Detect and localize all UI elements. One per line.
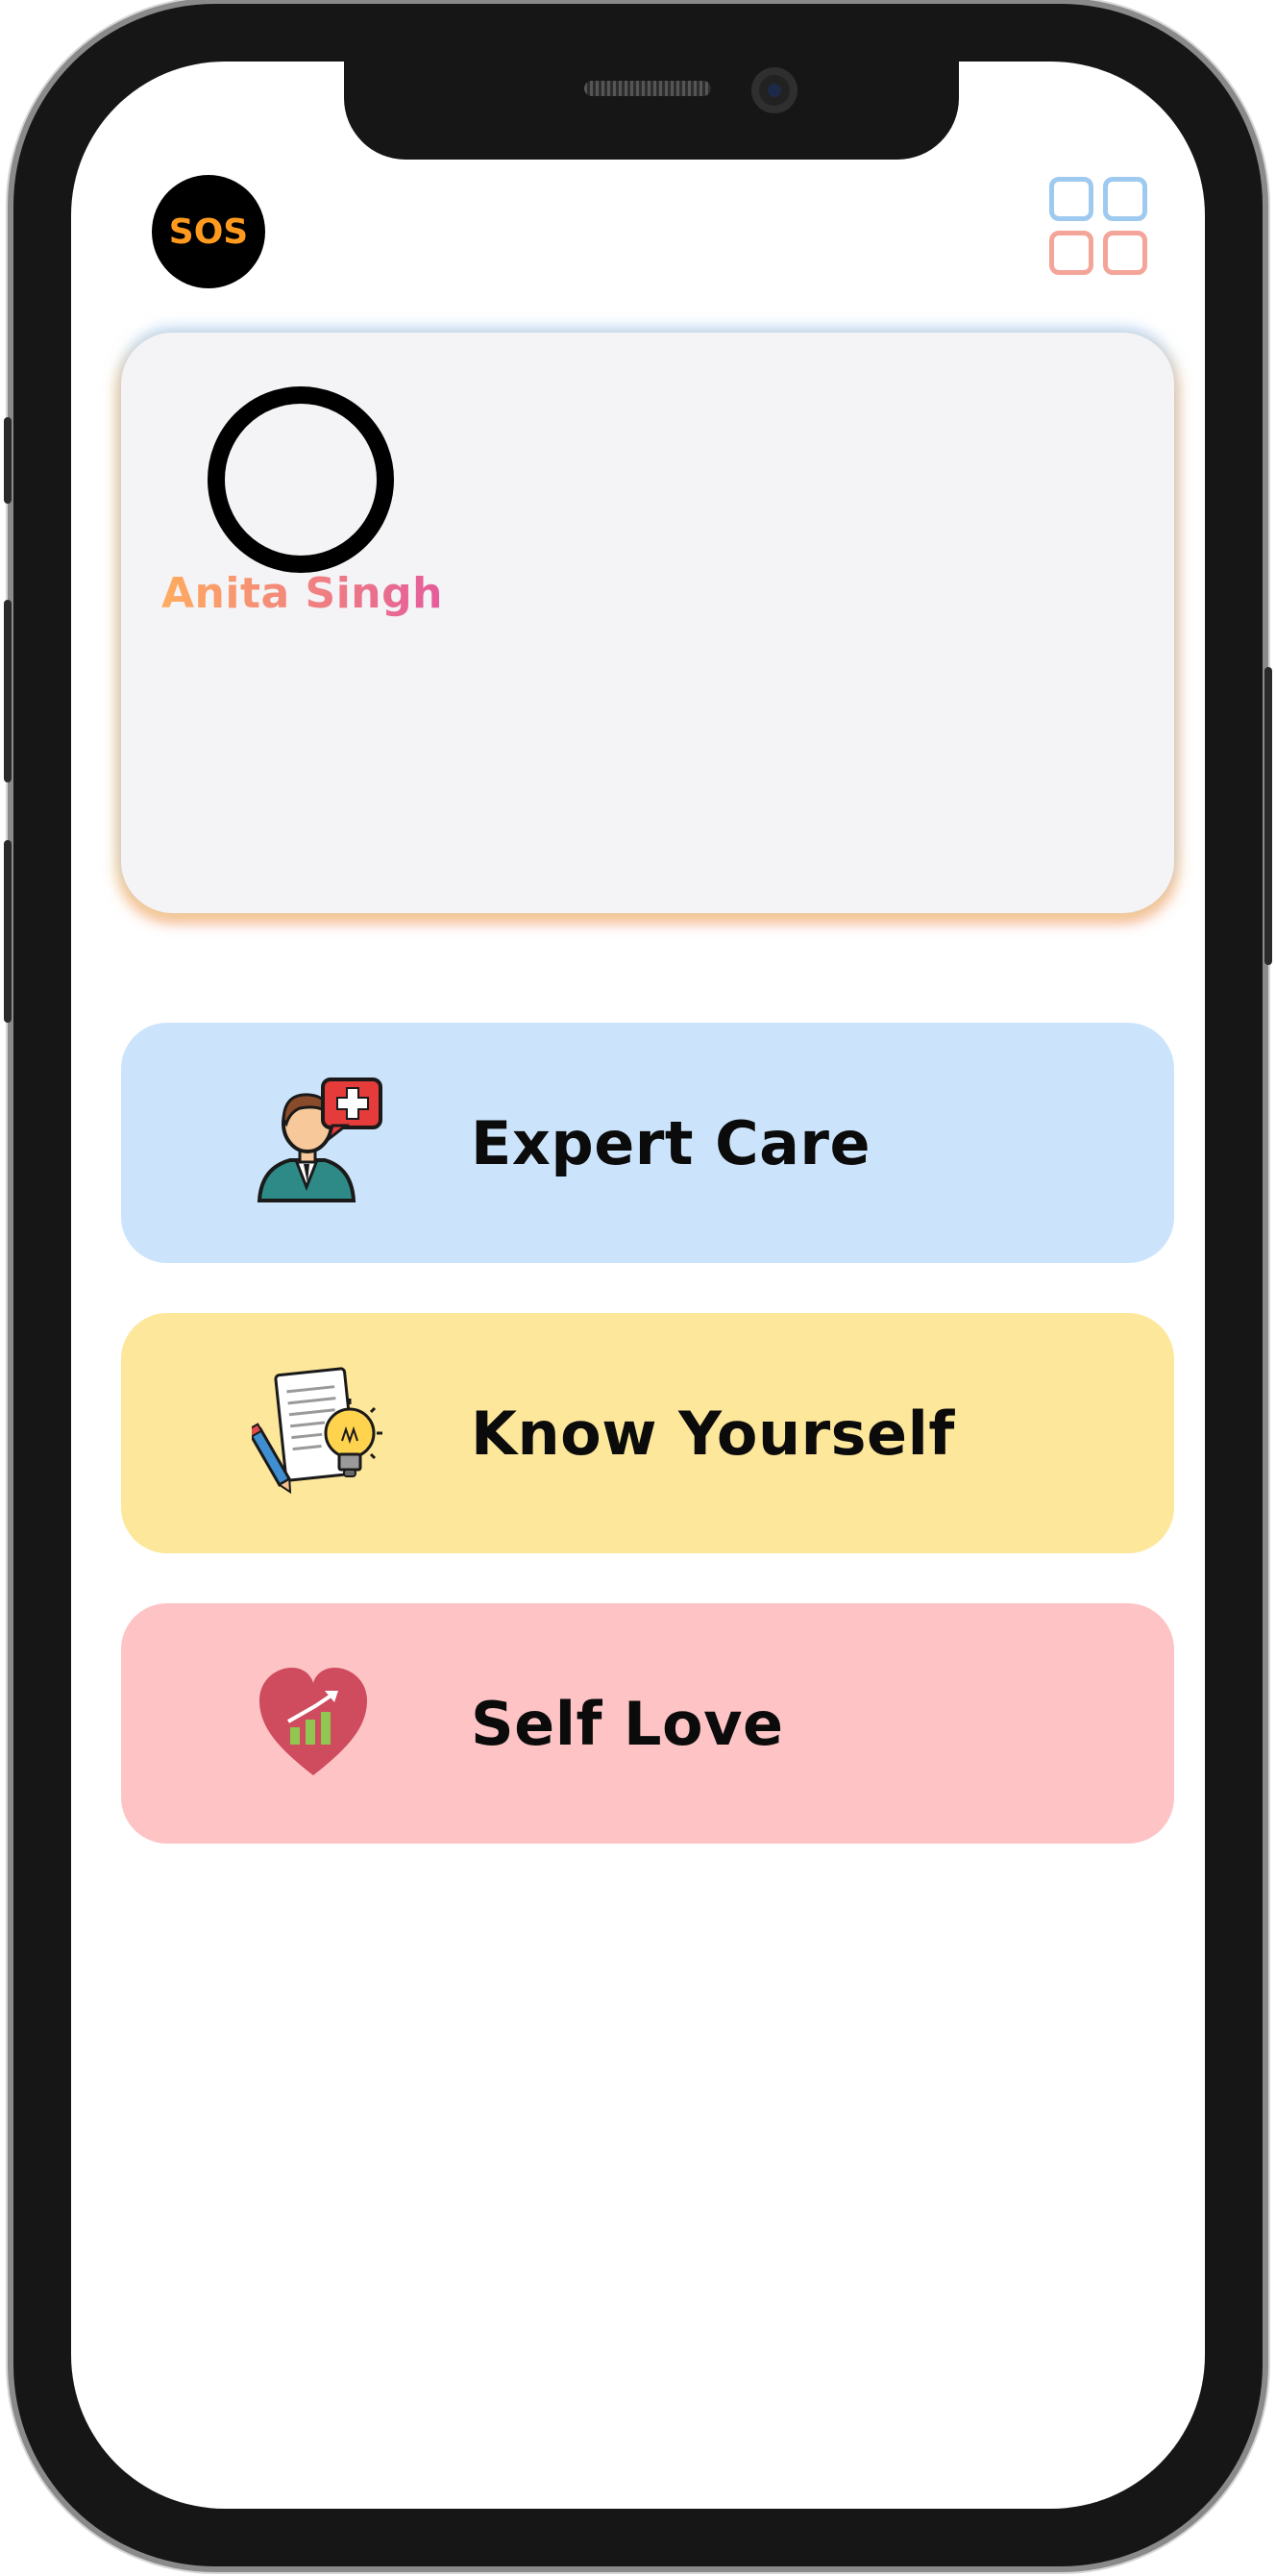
grid-cell-bottom-right [1103,231,1147,275]
grid-cell-top-left [1049,177,1093,221]
speaker-grille [584,81,711,96]
grid-cell-bottom-left [1049,231,1093,275]
self-love-label: Self Love [471,1688,784,1759]
user-name: Anita Singh [161,569,443,618]
know-yourself-label: Know Yourself [471,1398,955,1469]
phone-frame: SOS Anita Singh Expert Care Know Yoursel… [4,4,1272,2566]
grid-menu-icon[interactable] [1049,177,1151,279]
sos-button[interactable]: SOS [152,175,265,288]
profile-card[interactable]: Anita Singh [121,333,1174,913]
silent-switch [4,417,12,504]
sos-label: SOS [168,211,249,252]
notch [344,62,959,160]
know-yourself-button[interactable]: Know Yourself [121,1313,1174,1553]
grid-cell-top-right [1103,177,1147,221]
document-lightbulb-icon [246,1366,386,1500]
heart-growth-icon [252,1656,386,1791]
volume-down-button [4,840,12,1023]
avatar[interactable] [208,386,394,573]
expert-care-label: Expert Care [471,1107,871,1178]
app-screen: SOS Anita Singh Expert Care Know Yoursel… [71,62,1205,2509]
self-love-button[interactable]: Self Love [121,1603,1174,1844]
doctor-chat-icon [252,1076,386,1210]
power-button [1264,667,1272,965]
front-camera [751,67,798,113]
expert-care-button[interactable]: Expert Care [121,1023,1174,1263]
volume-up-button [4,600,12,782]
